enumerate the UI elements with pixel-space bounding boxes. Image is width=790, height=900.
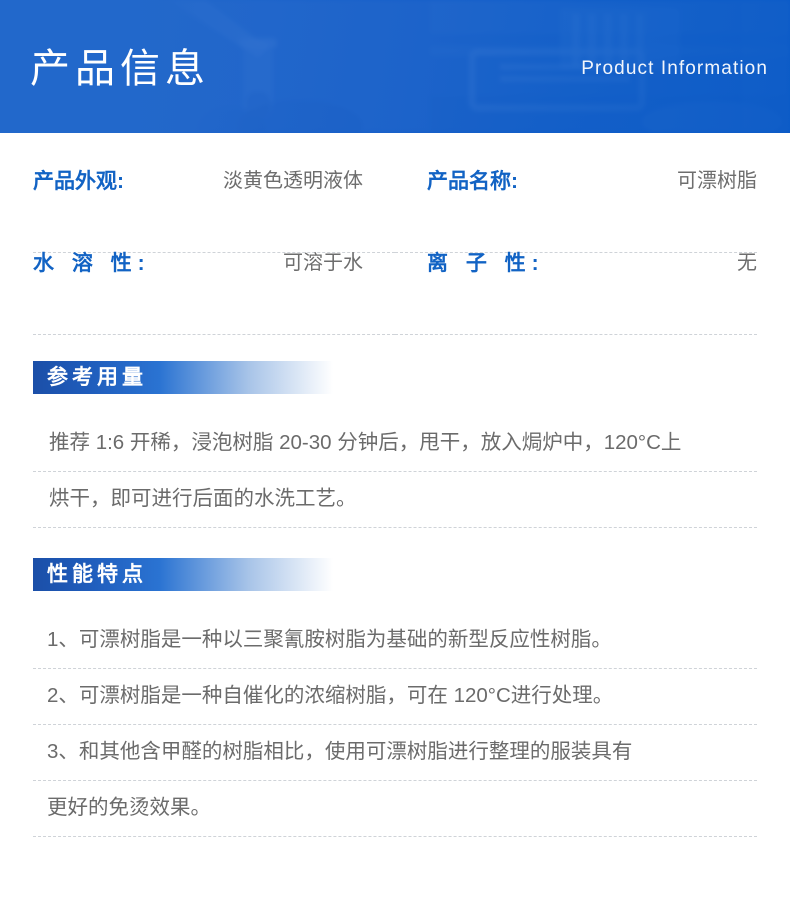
section-heading-features-label: 性能特点: [47, 563, 147, 586]
spec-label-ionicity: 离 子 性:: [427, 252, 545, 275]
spec-label-appearance: 产品外观:: [33, 170, 124, 193]
spec-row-water-solubility: 水 溶 性: 可溶于水: [33, 253, 395, 335]
spacer-after-usage-heading: [0, 394, 790, 416]
section-heading-usage: 参考用量: [33, 361, 333, 394]
page-banner: 产品信息 Product Information: [0, 0, 790, 133]
spec-row-product-name: 产品名称: 可漂树脂: [395, 171, 757, 253]
page-title: 产品信息: [30, 46, 210, 91]
feature-line: 2、可漂树脂是一种自催化的浓缩树脂，可在 120°C进行处理。: [33, 669, 757, 725]
spec-label-water-solubility: 水 溶 性:: [33, 252, 151, 275]
spec-value-water-solubility: 可溶于水: [283, 252, 363, 274]
usage-line: 烘干，即可进行后面的水洗工艺。: [33, 472, 757, 528]
product-spec-table: 产品外观: 淡黄色透明液体 产品名称: 可漂树脂 水 溶 性: 可溶于水 离 子…: [0, 133, 790, 335]
section-usage-heading-wrap: 参考用量: [0, 361, 790, 394]
spec-value-product-name: 可漂树脂: [677, 170, 757, 192]
spacer-after-feature-heading: [0, 591, 790, 613]
spec-label-product-name: 产品名称:: [427, 170, 518, 193]
feature-line: 3、和其他含甲醛的树脂相比，使用可漂树脂进行整理的服装具有: [33, 725, 757, 781]
spacer-before-feature-section: [0, 528, 790, 558]
spacer-before-usage-section: [0, 335, 790, 361]
spec-value-ionicity: 无: [737, 252, 757, 274]
section-heading-features: 性能特点: [33, 558, 333, 591]
spec-value-appearance: 淡黄色透明液体: [223, 170, 363, 192]
feature-line: 1、可漂树脂是一种以三聚氰胺树脂为基础的新型反应性树脂。: [33, 613, 757, 669]
usage-text-block: 推荐 1:6 开稀，浸泡树脂 20-30 分钟后，甩干，放入焗炉中，120°C上…: [0, 416, 790, 528]
spec-row-appearance: 产品外观: 淡黄色透明液体: [33, 171, 395, 253]
section-heading-usage-label: 参考用量: [47, 366, 147, 389]
spec-row-ionicity: 离 子 性: 无: [395, 253, 757, 335]
feature-text-block: 1、可漂树脂是一种以三聚氰胺树脂为基础的新型反应性树脂。 2、可漂树脂是一种自催…: [0, 613, 790, 837]
feature-line: 更好的免烫效果。: [33, 781, 757, 837]
section-feature-heading-wrap: 性能特点: [0, 558, 790, 591]
usage-line: 推荐 1:6 开稀，浸泡树脂 20-30 分钟后，甩干，放入焗炉中，120°C上: [33, 416, 757, 472]
page-title-english: Product Information: [581, 57, 768, 79]
